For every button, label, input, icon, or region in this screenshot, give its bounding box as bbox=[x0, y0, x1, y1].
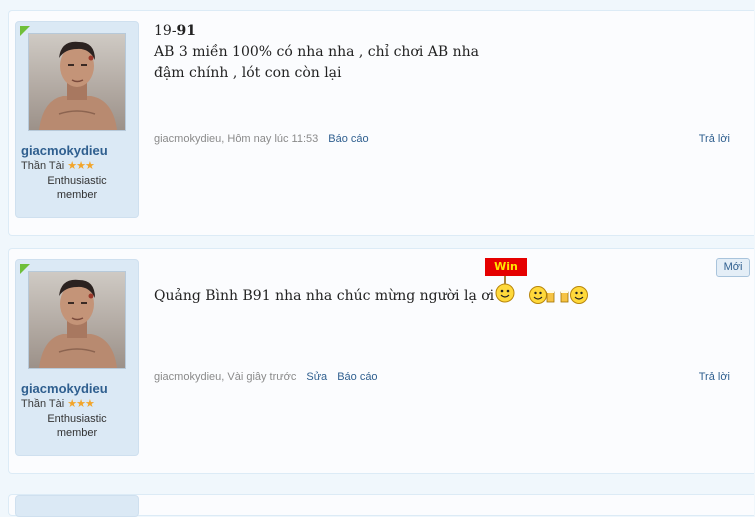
username[interactable]: giacmokydieu bbox=[21, 381, 108, 396]
report-link[interactable]: Báo cáo bbox=[328, 133, 368, 145]
rank-stars-icon: ★★★ bbox=[67, 160, 95, 172]
post-message: 19-91 AB 3 miền 100% có nha nha , chỉ ch… bbox=[154, 21, 479, 84]
rank-title-text: Thần Tài bbox=[21, 398, 65, 410]
user-rank-description: Enthusiastic member bbox=[16, 174, 138, 202]
user-rank-description: Enthusiastic member bbox=[16, 412, 138, 440]
rank-stars-icon: ★★★ bbox=[67, 398, 95, 410]
beer-toast-smiley-icon bbox=[529, 286, 588, 304]
new-post-badge[interactable]: Mới bbox=[716, 258, 750, 277]
user-rank-title: Thần Tài ★★★ bbox=[21, 159, 95, 172]
user-info-card: giacmokydieu Thần Tài ★★★ Enthusiastic me… bbox=[15, 259, 139, 456]
rank-title-text: Thần Tài bbox=[21, 160, 65, 172]
rank-desc-line1: Enthusiastic bbox=[47, 413, 107, 425]
post-2: giacmokydieu Thần Tài ★★★ Enthusiastic me… bbox=[8, 248, 754, 474]
post-author-time[interactable]: giacmokydieu, Vài giây trước bbox=[154, 371, 296, 383]
rank-desc-line2: member bbox=[56, 189, 98, 201]
win-sign-icon: Win bbox=[485, 258, 527, 276]
post-author-time[interactable]: giacmokydieu, Hôm nay lúc 11:53 bbox=[154, 133, 318, 145]
post-3-partial bbox=[8, 494, 754, 517]
win-sign-smiley-icon bbox=[495, 276, 515, 303]
report-link[interactable]: Báo cáo bbox=[337, 371, 377, 383]
post-meta: giacmokydieu, Vài giây trước Sửa Báo cáo bbox=[154, 371, 378, 383]
post-1: giacmokydieu Thần Tài ★★★ Enthusiastic me… bbox=[8, 10, 754, 236]
message-line-1-prefix: 19- bbox=[154, 23, 177, 39]
rank-desc-line2: member bbox=[56, 427, 98, 439]
user-info-card: giacmokydieu Thần Tài ★★★ Enthusiastic me… bbox=[15, 21, 139, 218]
avatar[interactable] bbox=[28, 271, 126, 369]
post-message: Quảng Bình B91 nha nha chúc mừng người l… bbox=[154, 286, 510, 307]
post-meta: giacmokydieu, Hôm nay lúc 11:53 Báo cáo bbox=[154, 133, 369, 145]
reply-link[interactable]: Trả lời bbox=[699, 371, 730, 383]
message-line-1: 19-91 bbox=[154, 21, 479, 42]
edit-link[interactable]: Sửa bbox=[306, 371, 327, 383]
user-rank-title: Thần Tài ★★★ bbox=[21, 397, 95, 410]
username[interactable]: giacmokydieu bbox=[21, 143, 108, 158]
user-info-card bbox=[15, 495, 139, 517]
avatar[interactable] bbox=[28, 33, 126, 131]
rank-desc-line1: Enthusiastic bbox=[47, 175, 107, 187]
message-line-1-bold: 91 bbox=[176, 23, 197, 39]
reply-link[interactable]: Trả lời bbox=[699, 133, 730, 145]
message-line-3: đậm chính , lót con còn lại bbox=[154, 65, 342, 81]
message-line-2: AB 3 miền 100% có nha nha , chỉ chơi AB … bbox=[154, 44, 480, 60]
message-text: Quảng Bình B91 nha nha chúc mừng người l… bbox=[154, 288, 510, 304]
